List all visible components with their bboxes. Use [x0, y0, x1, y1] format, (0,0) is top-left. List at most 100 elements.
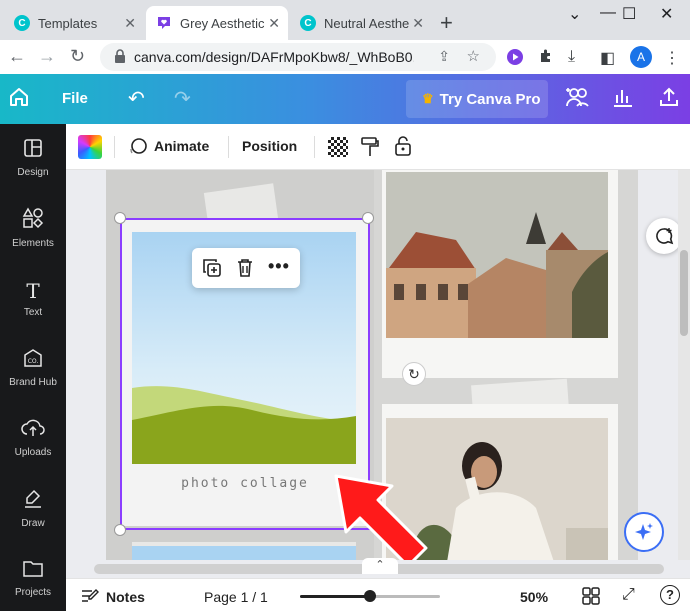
projects-icon	[22, 558, 44, 583]
duplicate-icon[interactable]	[202, 258, 222, 283]
paint-roller-icon[interactable]	[360, 136, 380, 163]
animate-button[interactable]: Animate	[154, 138, 209, 154]
sidebar-item-elements[interactable]: Elements	[0, 196, 66, 260]
comment-add-icon[interactable]	[646, 218, 682, 254]
close-tab-icon[interactable]: ✕	[412, 15, 424, 32]
tab-title: Grey Aesthetic	[180, 15, 265, 31]
zoom-slider-fill	[300, 595, 370, 598]
bottom-bar: Notes Page 1 / 1 50% ⤢ ?	[66, 578, 690, 611]
resize-handle[interactable]	[114, 524, 126, 536]
notes-icon	[80, 587, 100, 610]
lock-icon[interactable]	[394, 135, 412, 162]
extension-play-icon[interactable]	[506, 48, 524, 71]
sidebar-item-brand-hub[interactable]: CO. Brand Hub	[0, 336, 66, 400]
magic-sparkle-icon[interactable]	[624, 512, 664, 552]
element-context-menu: •••	[192, 248, 300, 288]
transparency-icon[interactable]	[328, 137, 348, 157]
sidebar-item-label: Design	[17, 167, 49, 178]
position-button[interactable]: Position	[242, 138, 297, 154]
back-arrow-icon[interactable]: ←	[8, 46, 26, 67]
photo-frame-buildings[interactable]	[382, 170, 618, 378]
draw-icon	[22, 487, 44, 514]
share-people-icon[interactable]	[564, 86, 590, 113]
zoom-slider-track[interactable]	[300, 590, 440, 602]
color-picker-icon[interactable]	[78, 135, 102, 159]
page-indicator[interactable]: Page 1 / 1	[204, 589, 268, 605]
zoom-level[interactable]: 50%	[520, 589, 548, 605]
close-tab-icon[interactable]: ✕	[268, 15, 280, 32]
close-window-icon[interactable]: ✕	[660, 4, 673, 24]
text-icon: T	[26, 278, 40, 303]
grid-view-icon[interactable]	[582, 587, 600, 610]
resize-handle[interactable]	[362, 212, 374, 224]
elements-icon	[22, 207, 44, 234]
horizontal-scroll-region: ⌃	[66, 558, 690, 578]
minimize-icon[interactable]: —	[600, 4, 616, 22]
extensions-puzzle-icon[interactable]	[538, 48, 554, 69]
second-polaroid-frame[interactable]	[132, 542, 356, 560]
canva-favicon-icon: C	[300, 15, 316, 31]
canva-header: File ↶ ↷ ♛ Try Canva Pro	[0, 74, 690, 124]
help-button[interactable]: ?	[660, 585, 680, 605]
rotate-icon[interactable]: ↻	[402, 362, 426, 386]
undo-icon[interactable]: ↶	[128, 86, 145, 111]
sidebar-item-design[interactable]: Design	[0, 126, 66, 190]
buildings-photo[interactable]	[386, 172, 608, 338]
sidebar-item-label: Uploads	[14, 447, 52, 458]
uploads-icon	[21, 418, 45, 443]
try-pro-label: Try Canva Pro	[439, 90, 541, 108]
tab-grey-aesthetic[interactable]: Grey Aesthetic ✕	[146, 6, 288, 40]
reload-icon[interactable]: ↻	[70, 46, 85, 67]
more-vert-icon[interactable]: ⋮	[664, 48, 680, 68]
redo-icon[interactable]: ↷	[174, 86, 191, 111]
left-sidebar: Design Elements T Text CO. Brand Hub Upl…	[0, 124, 66, 611]
chevron-down-icon[interactable]: ⌄	[568, 4, 581, 24]
sidebar-item-draw[interactable]: Draw	[0, 476, 66, 540]
notes-button[interactable]: Notes	[106, 589, 145, 605]
sidebar-item-label: Text	[23, 306, 43, 318]
split-view-icon[interactable]: ◧	[600, 48, 615, 68]
zoom-slider-thumb[interactable]	[364, 590, 376, 602]
sidebar-item-label: Draw	[21, 518, 45, 529]
tab-title: Templates	[38, 15, 98, 31]
insights-chart-icon[interactable]	[612, 87, 634, 112]
scrollbar-thumb[interactable]	[680, 250, 688, 336]
download-icon[interactable]: ⤓	[568, 48, 575, 66]
chevron-up-icon[interactable]: ⌃	[362, 558, 398, 574]
try-canva-pro-button[interactable]: ♛ Try Canva Pro	[406, 80, 548, 118]
url-text: canva.com/design/DAFrMpoKbw8/_WhBoB0...	[134, 49, 414, 65]
bookmark-star-icon[interactable]: ☆	[467, 47, 480, 65]
address-bar-row: ← → ↻ canva.com/design/DAFrMpoKbw8/_WhBo…	[0, 40, 690, 74]
new-tab-icon[interactable]: +	[440, 10, 453, 36]
vertical-scrollbar[interactable]	[678, 170, 690, 560]
tab-templates[interactable]: C Templates ✕	[4, 6, 144, 40]
home-icon[interactable]	[8, 86, 30, 113]
trash-icon[interactable]	[236, 258, 254, 283]
canva-favicon-icon: C	[14, 15, 30, 31]
sidebar-item-uploads[interactable]: Uploads	[0, 406, 66, 470]
forward-arrow-icon[interactable]: →	[38, 46, 56, 67]
design-icon	[23, 138, 43, 163]
browser-tab-strip: C Templates ✕ Grey Aesthetic ✕ C Neutral…	[0, 0, 690, 40]
sidebar-item-text[interactable]: T Text	[0, 266, 66, 330]
fullscreen-icon[interactable]: ⤢	[622, 586, 635, 604]
upload-share-icon[interactable]	[658, 86, 680, 113]
red-annotation-arrow-icon	[334, 474, 428, 560]
close-tab-icon[interactable]: ✕	[124, 15, 136, 32]
crown-icon: ♛	[422, 91, 434, 106]
tab-neutral-aesthetic[interactable]: C Neutral Aesthe ✕	[290, 6, 432, 40]
lock-icon	[114, 48, 126, 66]
profile-avatar[interactable]: A	[630, 46, 652, 68]
resize-handle[interactable]	[114, 212, 126, 224]
url-bar[interactable]: canva.com/design/DAFrMpoKbw8/_WhBoB0... …	[100, 43, 496, 71]
sidebar-item-projects[interactable]: Projects	[0, 546, 66, 610]
sidebar-item-label: Elements	[12, 238, 54, 249]
more-options-icon[interactable]: •••	[268, 256, 290, 277]
editor-toolbar: Animate Position	[66, 124, 690, 170]
file-menu[interactable]: File	[62, 90, 88, 107]
heart-chat-favicon-icon	[156, 15, 172, 31]
share-icon[interactable]: ⇪	[438, 48, 450, 65]
svg-text:CO.: CO.	[28, 358, 39, 365]
animate-icon	[128, 137, 148, 162]
maximize-icon[interactable]: ☐	[622, 4, 636, 24]
